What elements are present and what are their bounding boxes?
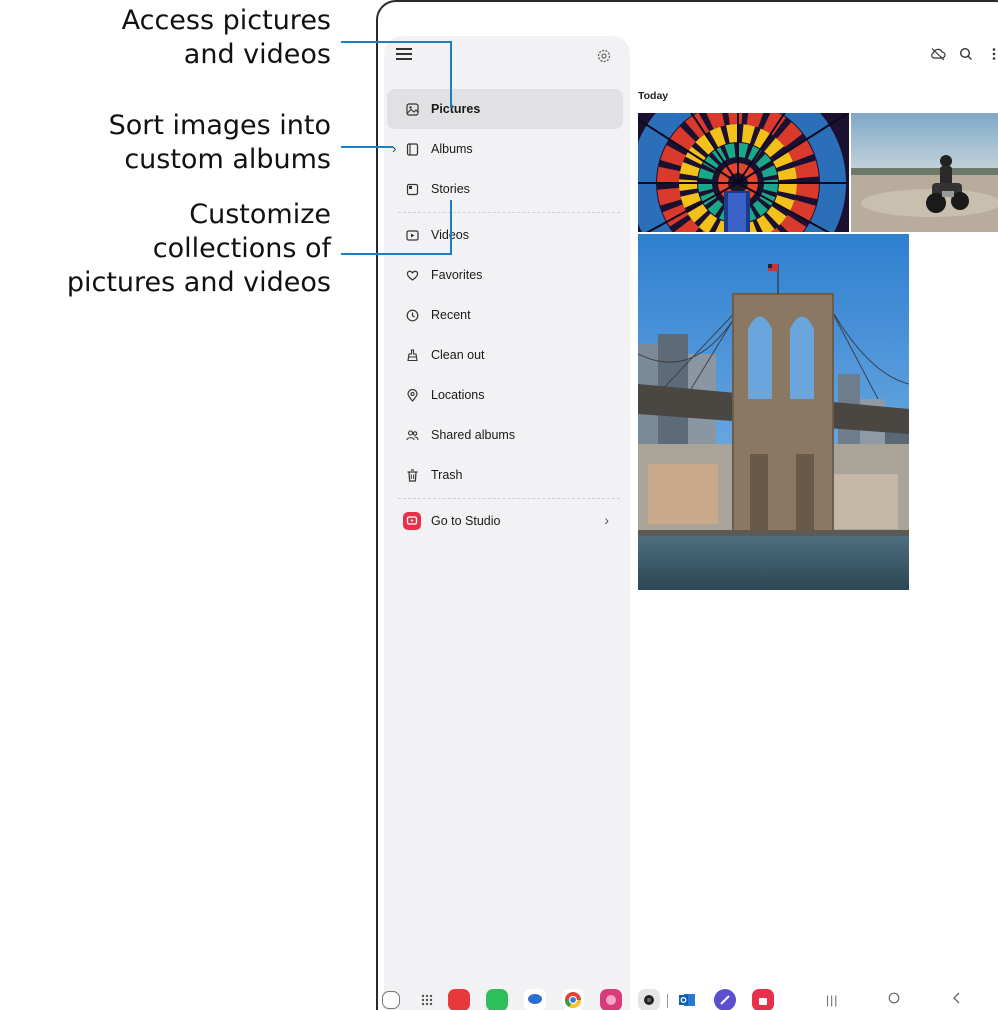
trash-icon (405, 468, 419, 482)
album-icon (405, 142, 419, 156)
colorful-ceiling-photo[interactable] (638, 113, 849, 232)
store-app-icon[interactable] (752, 989, 774, 1010)
callout-line: Customize (189, 199, 331, 230)
callout-line: Access pictures (121, 5, 331, 36)
drawer-item-recent[interactable]: Recent (387, 295, 623, 335)
brush-icon (405, 348, 419, 362)
recents-nav-button[interactable]: ||| (826, 993, 838, 1007)
callout-leader-line (450, 200, 452, 255)
messages-app-icon[interactable] (524, 989, 546, 1010)
motorcycle-desert-photo[interactable] (851, 113, 998, 232)
drawer-item-shared-albums[interactable]: Shared albums (387, 415, 623, 455)
more-vert-icon[interactable] (986, 46, 998, 62)
drawer-item-label: Locations (431, 388, 485, 402)
drawer-item-label: Shared albums (431, 428, 516, 442)
drawer-item-locations[interactable]: Locations (387, 375, 623, 415)
drawer-item-favorites[interactable]: Favorites (387, 255, 623, 295)
callout-leader-line (341, 41, 452, 43)
drawer-divider (398, 498, 620, 499)
drawer-item-label: Trash (431, 468, 463, 482)
taskbar: ||| (378, 987, 998, 1010)
callout-line: custom albums (124, 144, 331, 175)
studio-icon (403, 512, 421, 530)
image-icon (405, 102, 419, 116)
clock-icon (405, 308, 419, 322)
cloud-off-icon[interactable] (930, 46, 946, 62)
chevron-right-icon: › (604, 512, 609, 528)
callout-sort-images: Sort images into custom albums (109, 109, 331, 177)
callout-line: pictures and videos (66, 267, 331, 298)
drawer-divider (398, 212, 620, 213)
main-toolbar (930, 46, 998, 62)
callout-leader-line (450, 41, 452, 108)
back-nav-button[interactable] (952, 991, 962, 1008)
home-nav-button[interactable] (888, 991, 900, 1008)
drawer-item-label: Albums (431, 142, 473, 156)
callout-access-pictures: Access pictures and videos (122, 4, 331, 72)
tablet-screen: Pictures › Albums Stories Videos Favorit… (376, 0, 998, 1010)
drawer-item-label: Pictures (431, 102, 481, 116)
stories-icon (405, 182, 419, 196)
drawer-item-pictures[interactable]: Pictures (387, 89, 623, 129)
drawer-item-videos[interactable]: Videos (387, 215, 623, 255)
drawer-item-label: Favorites (431, 268, 483, 282)
drawer-item-trash[interactable]: Trash (387, 455, 623, 495)
chevron-right-icon[interactable]: › (392, 141, 396, 156)
go-to-studio-button[interactable]: Go to Studio › (387, 501, 623, 541)
video-icon (405, 228, 419, 242)
callout-leader-line (341, 253, 452, 255)
brooklyn-bridge-photo[interactable] (638, 234, 909, 590)
navigation-drawer: Pictures › Albums Stories Videos Favorit… (384, 36, 630, 1010)
studio-label: Go to Studio (431, 514, 501, 528)
camera-app-icon[interactable] (638, 989, 660, 1010)
hamburger-menu-icon[interactable] (396, 48, 412, 60)
drawer-item-label: Stories (431, 182, 470, 196)
settings-gear-icon[interactable] (596, 48, 612, 64)
callout-line: Sort images into (108, 110, 331, 141)
drawer-item-label: Recent (431, 308, 471, 322)
location-pin-icon (405, 388, 419, 402)
browser-app-icon[interactable] (714, 989, 736, 1010)
drawer-item-albums[interactable]: › Albums (387, 129, 623, 169)
heart-icon (405, 268, 419, 282)
search-icon[interactable] (958, 46, 974, 62)
chrome-app-icon[interactable] (562, 989, 584, 1010)
gallery-app-icon[interactable] (600, 989, 622, 1010)
section-header-today: Today (638, 90, 669, 102)
callout-customize-collections: Customize collections of pictures and vi… (67, 198, 331, 300)
callout-leader-line (341, 146, 393, 148)
outlook-app-icon[interactable] (676, 989, 698, 1010)
drawer-item-label: Clean out (431, 348, 485, 362)
people-icon (405, 428, 419, 442)
notes-app-icon[interactable] (448, 989, 470, 1010)
drawer-item-stories[interactable]: Stories (387, 169, 623, 209)
app-drawer-icon[interactable] (416, 989, 438, 1010)
taskbar-separator (667, 994, 668, 1008)
drawer-item-clean-out[interactable]: Clean out (387, 335, 623, 375)
recent-apps-icon[interactable] (382, 991, 400, 1009)
phone-app-icon[interactable] (486, 989, 508, 1010)
callout-line: and videos (183, 39, 331, 70)
callout-line: collections of (152, 233, 331, 264)
